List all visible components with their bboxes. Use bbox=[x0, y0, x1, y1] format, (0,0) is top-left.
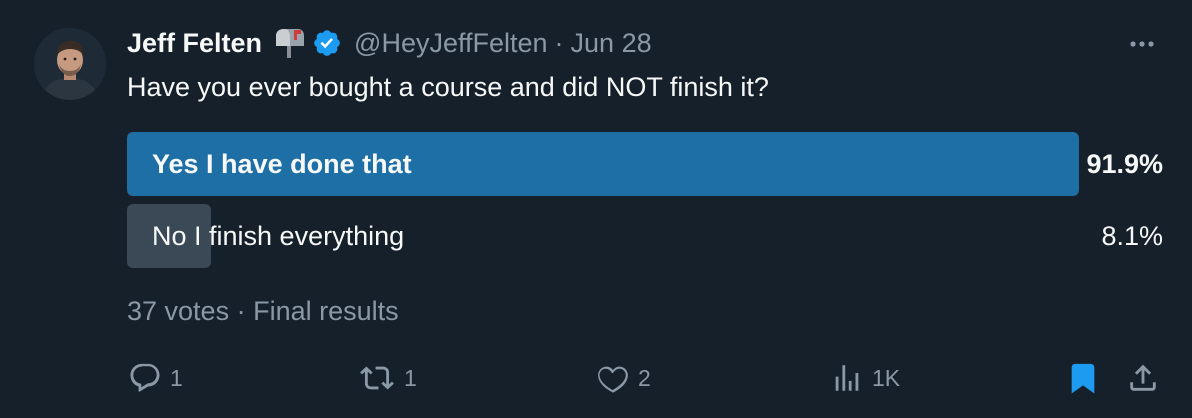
mailbox-emoji-icon bbox=[272, 28, 306, 58]
reply-button[interactable]: 1 bbox=[128, 356, 183, 400]
share-icon bbox=[1126, 361, 1160, 395]
poll-votes: 37 votes bbox=[127, 296, 230, 326]
bookmark-button[interactable] bbox=[1066, 356, 1100, 400]
poll-option-label: No I finish everything bbox=[152, 221, 405, 251]
poll-option-label: Yes I have done that bbox=[152, 149, 412, 179]
bookmark-icon bbox=[1066, 361, 1100, 395]
retweet-button[interactable]: 1 bbox=[358, 356, 417, 400]
poll-option-yes[interactable]: Yes I have done that 91.9% bbox=[127, 132, 1163, 196]
author-handle[interactable]: @HeyJeffFelten bbox=[354, 28, 548, 59]
poll-option-no[interactable]: No I finish everything 8.1% bbox=[127, 204, 1163, 268]
views-count: 1K bbox=[872, 364, 901, 391]
poll-option-percent: 8.1% bbox=[1101, 221, 1163, 251]
poll-status: Final results bbox=[253, 296, 399, 326]
like-count: 2 bbox=[638, 364, 651, 391]
reply-icon bbox=[128, 361, 162, 395]
like-button[interactable]: 2 bbox=[596, 356, 651, 400]
more-options-icon[interactable] bbox=[1124, 34, 1160, 54]
action-bar: 1 1 2 1K bbox=[0, 356, 1192, 400]
views-button[interactable]: 1K bbox=[830, 356, 900, 400]
header-separator: · bbox=[554, 27, 564, 58]
views-chart-icon bbox=[830, 361, 864, 395]
retweet-icon bbox=[358, 361, 396, 395]
tweet-text: Have you ever bought a course and did NO… bbox=[127, 72, 769, 102]
avatar-photo-icon bbox=[34, 28, 106, 100]
tweet-header: Jeff Felten @HeyJeffFelten · Jun 28 bbox=[127, 26, 652, 60]
tweet-date[interactable]: Jun 28 bbox=[571, 28, 652, 59]
poll-option-percent: 91.9% bbox=[1086, 149, 1163, 179]
poll-meta-separator: · bbox=[236, 296, 246, 326]
heart-icon bbox=[596, 361, 630, 395]
poll-meta: 37 votes · Final results bbox=[127, 292, 399, 330]
tweet[interactable]: Jeff Felten @HeyJeffFelten · Jun 28 Have… bbox=[0, 0, 1192, 418]
author-display-name[interactable]: Jeff Felten bbox=[127, 28, 262, 59]
retweet-count: 1 bbox=[404, 364, 417, 391]
poll: Yes I have done that 91.9% No I finish e… bbox=[127, 132, 1163, 276]
verified-badge-icon[interactable] bbox=[312, 28, 342, 58]
share-button[interactable] bbox=[1126, 356, 1160, 400]
avatar[interactable] bbox=[34, 28, 106, 100]
reply-count: 1 bbox=[170, 364, 183, 391]
